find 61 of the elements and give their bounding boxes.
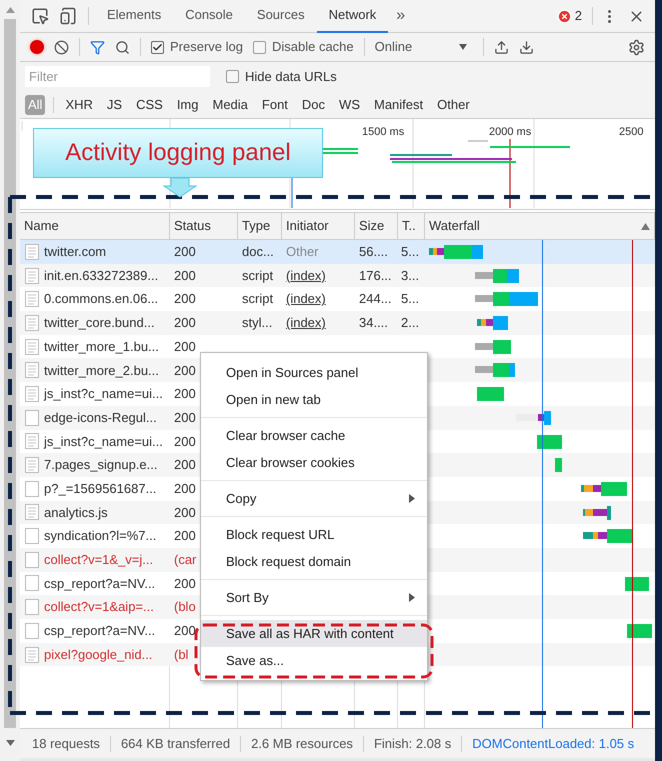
status-cell-text: 200 xyxy=(174,243,196,262)
status-cell-text: 200 xyxy=(174,314,196,332)
status-text: 18 requests xyxy=(32,734,100,753)
request-name: edge-icons-Regul... xyxy=(44,408,157,427)
status-cell-text: 200 xyxy=(174,480,196,498)
request-name: collect?v=1&aip=... xyxy=(44,598,154,616)
request-name: js_inst?c_name=ui... xyxy=(44,385,163,404)
status-cell-text: 200 xyxy=(174,385,196,404)
size-cell-text: 176... xyxy=(359,266,392,285)
status-cell-text: 200 xyxy=(174,527,196,546)
time-cell-text: 5... xyxy=(401,290,420,308)
status-cell-text: 200 xyxy=(174,456,196,474)
disable-cache-label: Disable cache xyxy=(272,38,354,56)
status-cell-text: 200 xyxy=(174,504,196,522)
initiator-cell-text: Other xyxy=(286,243,319,262)
type-cell-text: styl... xyxy=(242,314,272,332)
status-cell-text: 200 xyxy=(174,266,196,285)
request-name: twitter_core.bund... xyxy=(44,314,155,332)
status-cell-text: 200 xyxy=(174,622,196,640)
type-cell-text: doc... xyxy=(242,243,274,262)
time-tick-label: 2500 xyxy=(619,125,644,140)
status-cell-text: 200 xyxy=(174,432,196,451)
type-cell-text: script xyxy=(242,290,274,308)
size-cell-text: 56.... xyxy=(359,243,388,262)
status-cell-text: 200 xyxy=(174,290,196,308)
request-name: twitter_more_1.bu... xyxy=(44,338,159,356)
request-name: 7.pages_signup.e... xyxy=(44,456,158,474)
hide-data-urls-label: Hide data URLs xyxy=(245,68,337,86)
time-tick-label: 1500 ms xyxy=(362,125,404,140)
request-name: p?_=1569561687... xyxy=(44,480,156,498)
status-cell-text: 200 xyxy=(174,338,196,356)
request-name: csp_report?a=NV... xyxy=(44,622,156,640)
status-cell-text: 200 xyxy=(174,362,196,380)
status-text: Finish: 2.08 s xyxy=(374,734,452,753)
request-name: twitter_more_2.bu... xyxy=(44,362,159,380)
status-cell-text: 200 xyxy=(174,574,196,593)
request-name: js_inst?c_name=ui... xyxy=(44,432,163,451)
status-text: DOMContentLoaded: 1.05 s xyxy=(472,734,634,753)
size-cell-text: 244... xyxy=(359,290,392,308)
status-cell-text: (bl xyxy=(174,646,188,664)
request-name: pixel?google_nid... xyxy=(44,646,152,664)
request-name: analytics.js xyxy=(44,504,108,522)
callout-box: Activity logging panel xyxy=(33,128,323,178)
request-name: 0.commons.en.06... xyxy=(44,290,158,308)
status-text: 664 KB transferred xyxy=(120,734,230,753)
status-cell-text: (blo xyxy=(174,598,196,616)
time-tick-label: 2000 ms xyxy=(489,125,532,140)
status-cell-text: 200 xyxy=(174,408,196,427)
time-cell-text: 5... xyxy=(401,243,420,262)
status-cell-text: (car xyxy=(174,551,196,570)
preserve-log-label: Preserve log xyxy=(170,38,243,56)
size-cell-text: 34.... xyxy=(359,314,388,332)
request-name: init.en.633272389... xyxy=(44,266,158,285)
request-name: collect?v=1&_v=j... xyxy=(44,551,154,570)
request-name: syndication?l=%7... xyxy=(44,527,156,546)
status-text: 2.6 MB resources xyxy=(251,734,353,753)
time-cell-text: 2... xyxy=(401,314,420,332)
request-name: twitter.com xyxy=(44,243,106,262)
time-cell-text: 3... xyxy=(401,266,420,285)
request-name: csp_report?a=NV... xyxy=(44,574,156,593)
type-cell-text: script xyxy=(242,266,274,285)
